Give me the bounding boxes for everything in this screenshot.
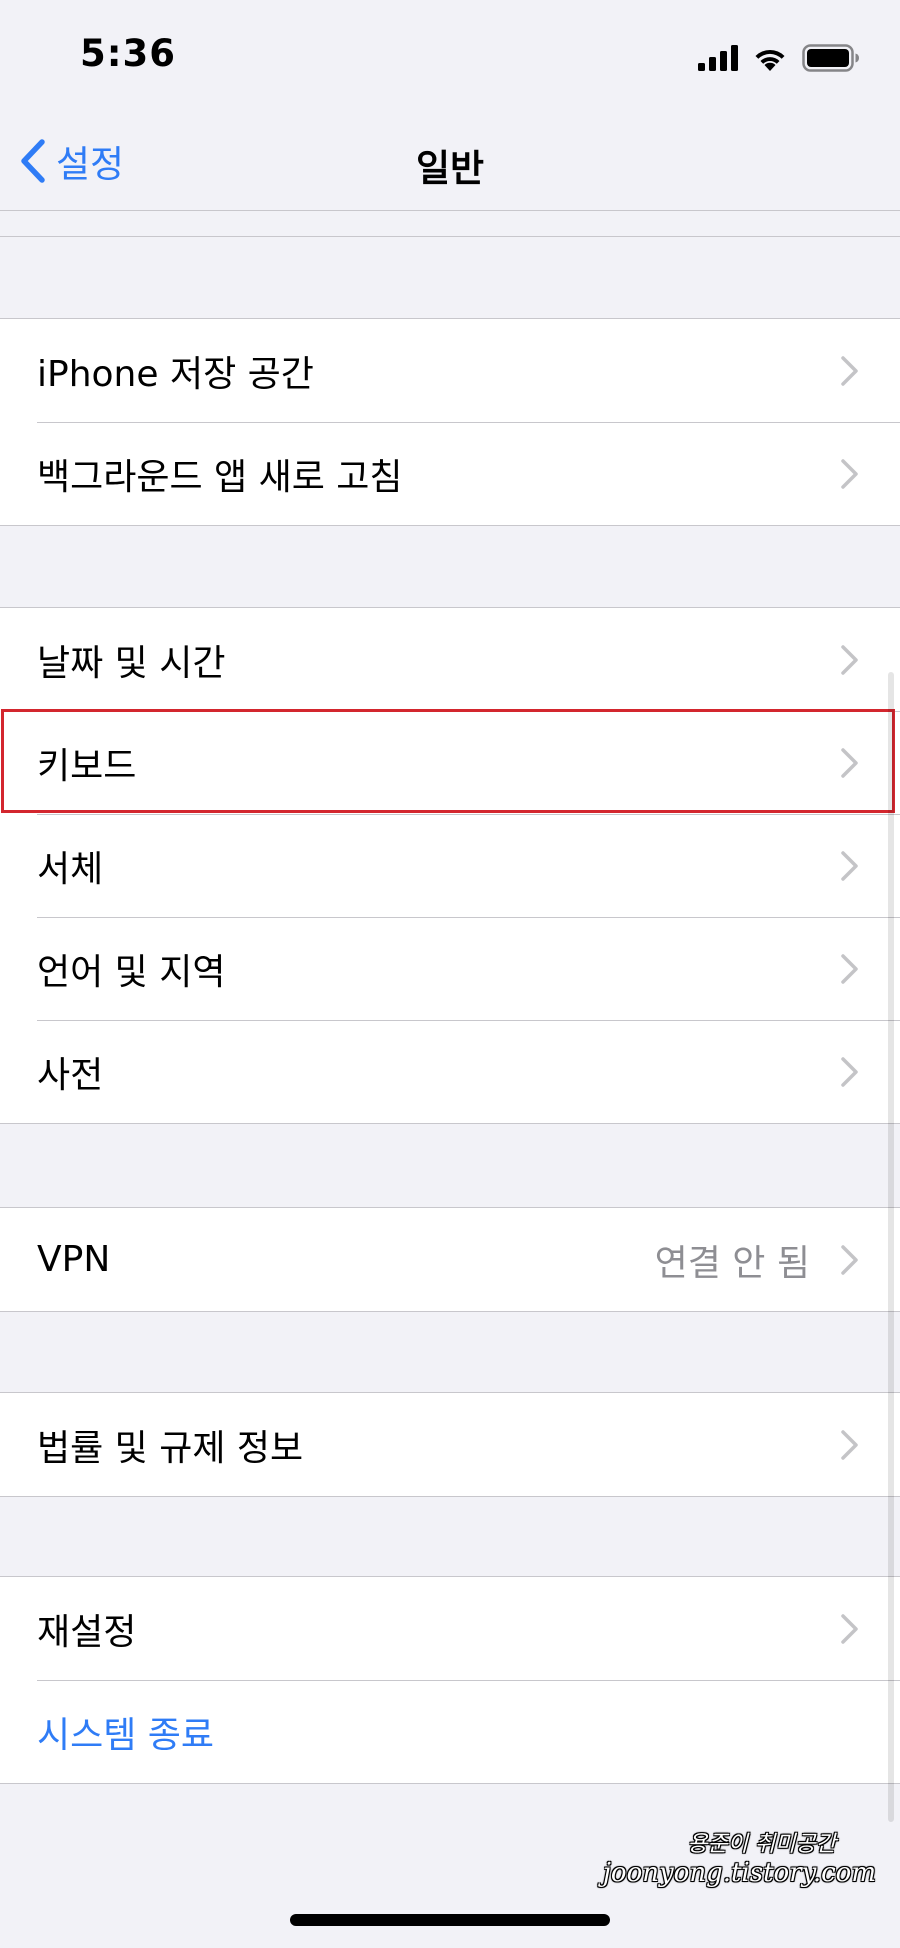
cellular-signal-icon [698,45,738,71]
chevron-right-icon [841,1429,858,1460]
row-label: 백그라운드 앱 새로 고침 [37,456,403,498]
settings-group-legal: 법률 및 규제 정보 [0,1392,900,1497]
chevron-right-icon [841,1244,858,1275]
watermark: 용준이 취미공간 joonyong.tistory.com [603,1832,876,1890]
chevron-right-icon [841,747,858,778]
watermark-line1: 용준이 취미공간 [687,1832,836,1857]
row-label: 서체 [37,848,104,890]
row-label: 키보드 [37,745,137,787]
divider [0,236,900,237]
row-shut-down[interactable]: 시스템 종료 [0,1680,900,1783]
settings-group-vpn: VPN 연결 안 됨 [0,1207,900,1312]
chevron-right-icon [841,1613,858,1644]
row-label: 날짜 및 시간 [37,642,226,684]
row-label: VPN [37,1239,111,1280]
row-language-region[interactable]: 언어 및 지역 [0,917,900,1020]
status-bar: 5:36 [0,0,900,110]
row-label: 언어 및 지역 [37,951,226,993]
row-reset[interactable]: 재설정 [0,1577,900,1680]
chevron-right-icon [841,850,858,881]
row-dictionary[interactable]: 사전 [0,1020,900,1123]
chevron-right-icon [841,355,858,386]
page-title: 일반 [415,147,485,190]
chevron-right-icon [841,644,858,675]
row-background-app-refresh[interactable]: 백그라운드 앱 새로 고침 [0,422,900,525]
row-vpn[interactable]: VPN 연결 안 됨 [0,1208,900,1311]
settings-group-locale: 날짜 및 시간 키보드 서체 언어 및 지역 사전 [0,607,900,1124]
row-keyboard[interactable]: 키보드 [0,711,900,814]
row-label: 법률 및 규제 정보 [37,1427,304,1469]
row-label: 사전 [37,1054,104,1096]
scroll-indicator [888,672,894,1822]
home-indicator[interactable] [290,1914,610,1926]
row-fonts[interactable]: 서체 [0,814,900,917]
navigation-bar: 설정 일반 [0,110,900,211]
watermark-line2: joonyong.tistory.com [602,1858,876,1889]
row-iphone-storage[interactable]: iPhone 저장 공간 [0,319,900,422]
chevron-right-icon [841,953,858,984]
status-time: 5:36 [80,32,177,75]
row-label: 재설정 [37,1611,137,1653]
shut-down-label: 시스템 종료 [37,1714,215,1756]
status-icons [698,40,860,76]
vpn-status-value: 연결 안 됨 [654,1242,810,1284]
settings-group-reset: 재설정 시스템 종료 [0,1576,900,1784]
settings-group-storage: iPhone 저장 공간 백그라운드 앱 새로 고침 [0,318,900,526]
wifi-icon [755,49,785,71]
row-date-time[interactable]: 날짜 및 시간 [0,608,900,711]
row-label: iPhone 저장 공간 [37,353,314,395]
chevron-right-icon [841,458,858,489]
battery-icon [802,44,859,72]
chevron-right-icon [841,1056,858,1087]
row-legal-regulatory[interactable]: 법률 및 규제 정보 [0,1393,900,1496]
